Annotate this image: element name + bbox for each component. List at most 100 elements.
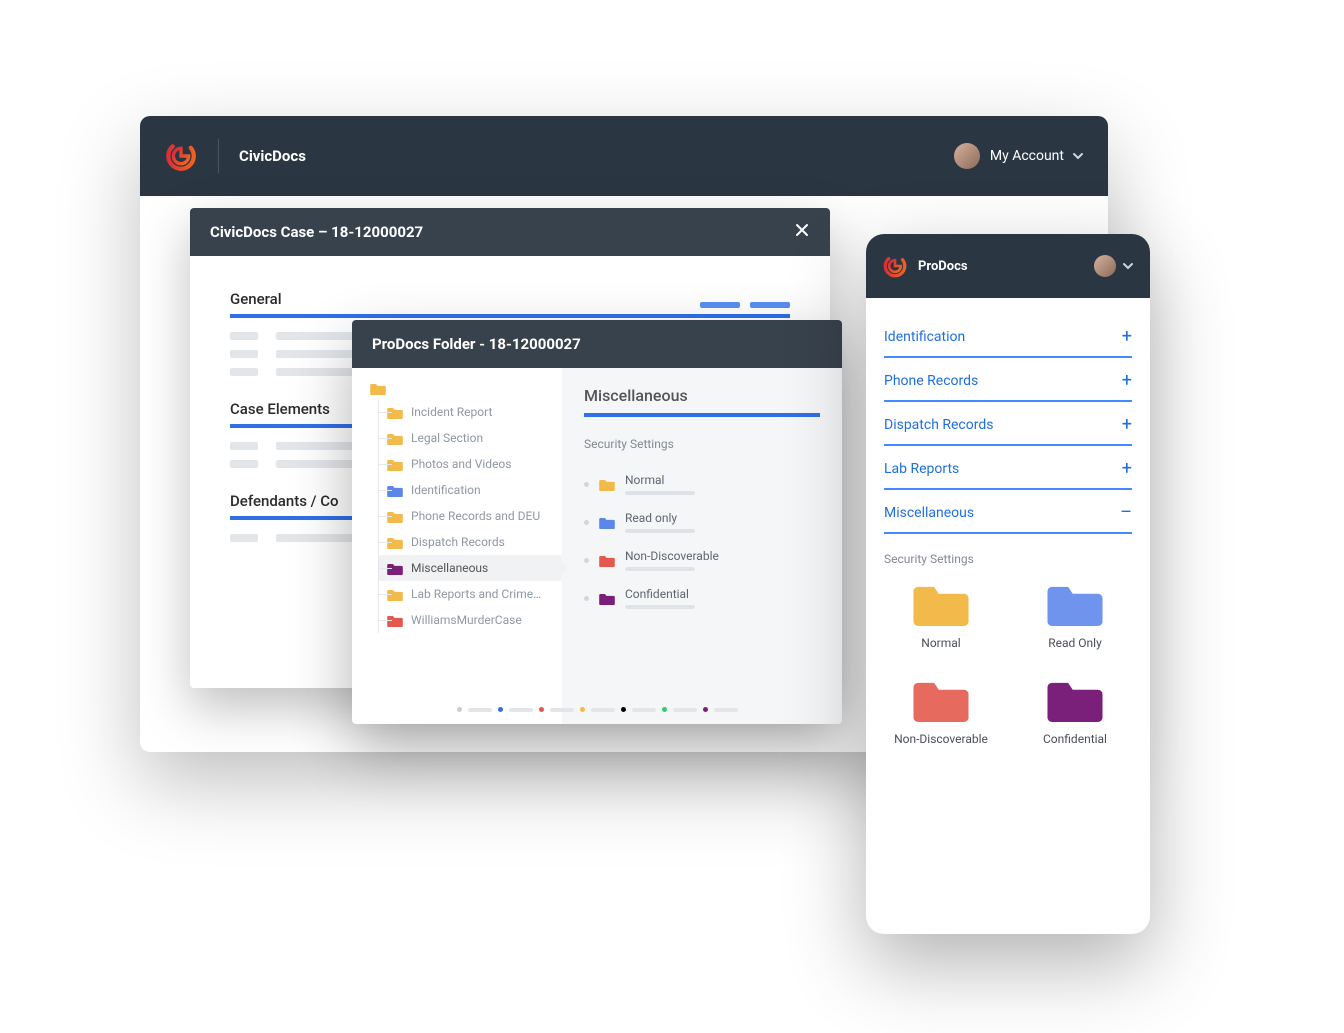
accordion-label: Lab Reports xyxy=(884,461,959,477)
placeholder xyxy=(509,708,533,712)
accordion-label: Identification xyxy=(884,329,965,345)
tree-item[interactable]: Miscellaneous xyxy=(379,555,562,581)
chevron-down-icon[interactable] xyxy=(1072,147,1084,166)
security-card[interactable]: Confidential xyxy=(1018,676,1132,746)
chevron-down-icon[interactable] xyxy=(1122,257,1134,276)
plus-icon: + xyxy=(1122,460,1132,478)
security-option[interactable]: Confidential xyxy=(584,579,820,617)
dot-icon xyxy=(703,707,708,712)
placeholder xyxy=(625,529,695,533)
plus-icon: + xyxy=(1122,328,1132,346)
placeholder xyxy=(673,708,697,712)
tree-item[interactable]: Phone Records and DEU xyxy=(379,503,562,529)
security-label: Non-Discoverable xyxy=(625,549,719,563)
logo-icon xyxy=(882,253,908,279)
accordion-label: Miscellaneous xyxy=(884,505,974,521)
folder-modal: ProDocs Folder - 18-12000027 Incident Re… xyxy=(352,320,842,724)
folder-icon xyxy=(387,484,403,497)
mobile-header: ProDocs xyxy=(866,234,1150,298)
folder-icon xyxy=(599,554,615,567)
tree-item[interactable]: Identification xyxy=(379,477,562,503)
placeholder xyxy=(550,708,574,712)
tree-item-label: Miscellaneous xyxy=(411,561,488,575)
bullet-icon xyxy=(584,558,589,563)
section-label: Defendants / Co xyxy=(230,492,339,510)
folder-icon xyxy=(370,382,386,395)
security-option[interactable]: Non-Discoverable xyxy=(584,541,820,579)
security-card-label: Confidential xyxy=(1043,732,1107,746)
folder-icon xyxy=(599,592,615,605)
security-card-label: Normal xyxy=(921,636,960,650)
logo-icon xyxy=(164,139,198,173)
tree-root[interactable] xyxy=(370,382,562,395)
pager-item[interactable] xyxy=(703,707,738,712)
bullet-icon xyxy=(584,596,589,601)
folder-icon xyxy=(387,588,403,601)
tree-item-label: Identification xyxy=(411,483,481,497)
folder-icon xyxy=(387,562,403,575)
tree-item[interactable]: Legal Section xyxy=(379,425,562,451)
bullet-icon xyxy=(584,520,589,525)
tree-item-label: Lab Reports and Crime… xyxy=(411,587,541,601)
pager-item[interactable] xyxy=(498,707,533,712)
section-label: General xyxy=(230,290,282,308)
folder-modal-header: ProDocs Folder - 18-12000027 xyxy=(352,320,842,368)
accordion-item[interactable]: Miscellaneous – xyxy=(884,490,1132,534)
tree-item[interactable]: Lab Reports and Crime… xyxy=(379,581,562,607)
security-card[interactable]: Non-Discoverable xyxy=(884,676,998,746)
detail-title: Miscellaneous xyxy=(584,386,820,417)
accordion-label: Dispatch Records xyxy=(884,417,993,433)
pager-item[interactable] xyxy=(457,707,492,712)
security-option[interactable]: Normal xyxy=(584,465,820,503)
section-general[interactable]: General xyxy=(230,290,790,318)
desktop-header: CivicDocs My Account xyxy=(140,116,1108,196)
accordion-item[interactable]: Identification + xyxy=(884,314,1132,358)
accordion-label: Phone Records xyxy=(884,373,978,389)
dot-icon xyxy=(580,707,585,712)
pager xyxy=(352,707,842,712)
tree-item-label: Photos and Videos xyxy=(411,457,511,471)
close-icon[interactable] xyxy=(794,222,810,242)
tree-item[interactable]: Photos and Videos xyxy=(379,451,562,477)
tree-item[interactable]: Incident Report xyxy=(379,399,562,425)
folder-icon xyxy=(387,614,403,627)
security-label: Normal xyxy=(625,473,695,487)
placeholder xyxy=(632,708,656,712)
folder-modal-title: ProDocs Folder - 18-12000027 xyxy=(372,335,581,353)
tree-item[interactable]: WilliamsMurderCase xyxy=(379,607,562,633)
security-card[interactable]: Read Only xyxy=(1018,580,1132,650)
pager-item[interactable] xyxy=(539,707,574,712)
section-label: Case Elements xyxy=(230,400,330,418)
case-modal-title: CivicDocs Case – 18-12000027 xyxy=(210,223,423,241)
folder-icon xyxy=(1047,580,1103,626)
dot-icon xyxy=(539,707,544,712)
accordion-item[interactable]: Lab Reports + xyxy=(884,446,1132,490)
placeholder xyxy=(625,605,695,609)
folder-icon xyxy=(1047,676,1103,722)
security-label: Confidential xyxy=(625,587,695,601)
tree-item[interactable]: Dispatch Records xyxy=(379,529,562,555)
security-option[interactable]: Read only xyxy=(584,503,820,541)
bullet-icon xyxy=(584,482,589,487)
dot-icon xyxy=(621,707,626,712)
folder-icon xyxy=(913,676,969,722)
security-card-label: Non-Discoverable xyxy=(894,732,988,746)
accordion-item[interactable]: Dispatch Records + xyxy=(884,402,1132,446)
folder-icon xyxy=(387,432,403,445)
placeholder xyxy=(468,708,492,712)
mobile-body: Identification +Phone Records +Dispatch … xyxy=(866,298,1150,762)
avatar[interactable] xyxy=(1094,255,1116,277)
pager-item[interactable] xyxy=(621,707,656,712)
tree-item-label: Legal Section xyxy=(411,431,483,445)
mobile-app-name: ProDocs xyxy=(918,259,968,274)
my-account-link[interactable]: My Account xyxy=(990,148,1064,164)
dot-icon xyxy=(498,707,503,712)
folder-icon xyxy=(599,478,615,491)
avatar[interactable] xyxy=(954,143,980,169)
accordion-item[interactable]: Phone Records + xyxy=(884,358,1132,402)
minus-icon: – xyxy=(1120,504,1132,522)
placeholder xyxy=(625,491,695,495)
pager-item[interactable] xyxy=(662,707,697,712)
security-card[interactable]: Normal xyxy=(884,580,998,650)
pager-item[interactable] xyxy=(580,707,615,712)
